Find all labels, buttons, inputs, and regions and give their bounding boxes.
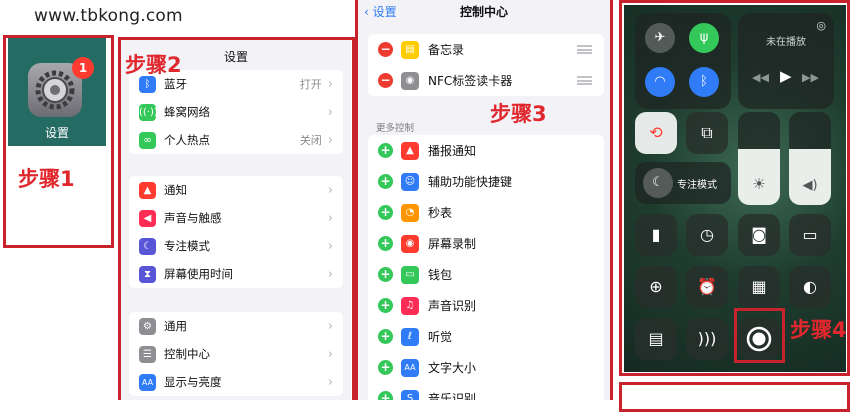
step4-label: 步骤4 [790,318,847,342]
step1-highlight-box [3,35,114,248]
step2-highlight-box [118,37,355,400]
next-panel-border [619,382,850,412]
step3-label: 步骤3 [490,102,547,126]
step4-highlight-box [734,308,785,363]
step1-label: 步骤1 [18,167,75,191]
step3-highlight-box [355,0,613,400]
watermark-text: www.tbkong.com [34,6,183,26]
step2-label: 步骤2 [125,53,182,77]
